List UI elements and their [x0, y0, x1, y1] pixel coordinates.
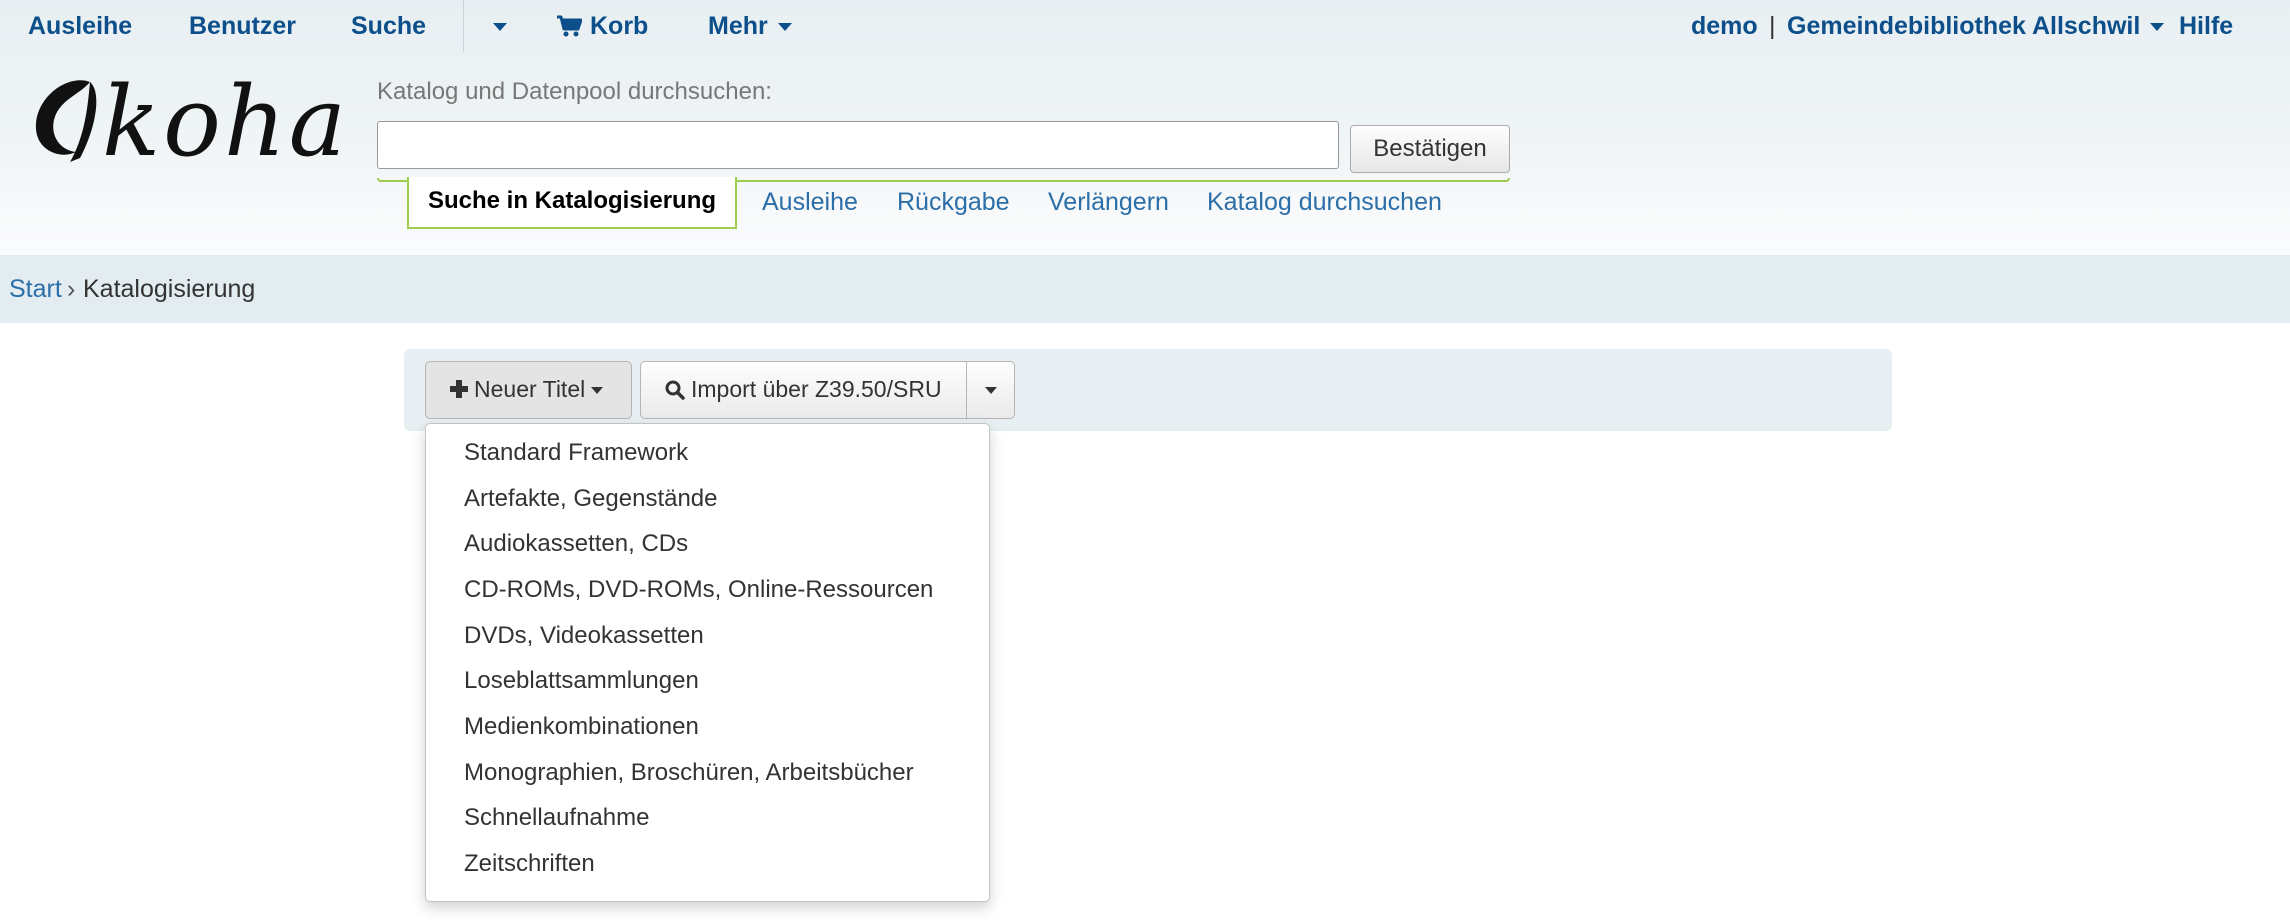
chevron-down-icon	[591, 387, 604, 395]
header: Ausleihe Benutzer Suche Korb Mehr demo |…	[0, 0, 2290, 255]
tab-renew[interactable]: Verlängern	[1048, 188, 1169, 217]
menu-item-schnellaufnahme[interactable]: Schnellaufnahme	[464, 803, 649, 833]
nav-more[interactable]: Mehr	[708, 0, 792, 52]
menu-item-artefakte[interactable]: Artefakte, Gegenstände	[464, 484, 718, 514]
nav-more-label: Mehr	[708, 12, 768, 40]
nav-patrons[interactable]: Benutzer	[189, 0, 296, 52]
nav-library-label: Gemeindebibliothek Allschwil	[1787, 12, 2141, 40]
nav-circulation[interactable]: Ausleihe	[28, 0, 132, 52]
plus-icon	[450, 380, 468, 398]
search-submit-button[interactable]: Bestätigen	[1350, 125, 1510, 173]
new-record-label: Neuer Titel	[474, 376, 586, 402]
nav-cart[interactable]: Korb	[556, 0, 648, 52]
chevron-down-icon	[777, 23, 792, 32]
nav-help[interactable]: Hilfe	[2179, 0, 2233, 52]
catalog-search-input[interactable]	[377, 121, 1339, 169]
cart-icon	[557, 15, 583, 37]
nav-cart-label: Korb	[590, 12, 649, 40]
menu-item-audiokassetten[interactable]: Audiokassetten, CDs	[464, 529, 688, 559]
koha-logo[interactable]: koha	[30, 72, 346, 172]
search-label: Katalog und Datenpool durchsuchen:	[377, 78, 772, 105]
breadcrumb: Start › Katalogisierung	[0, 255, 2290, 323]
top-navigation: Ausleihe Benutzer Suche Korb Mehr demo |…	[0, 0, 2290, 52]
menu-item-zeitschriften[interactable]: Zeitschriften	[464, 849, 595, 879]
chevron-down-icon	[2150, 23, 2165, 32]
new-record-button[interactable]: Neuer Titel	[425, 361, 632, 419]
breadcrumb-home-link[interactable]: Start	[9, 255, 62, 323]
nav-user-separator: |	[1769, 12, 1776, 40]
tab-search-catalog[interactable]: Katalog durchsuchen	[1207, 188, 1442, 217]
breadcrumb-current: Katalogisierung	[83, 275, 256, 303]
menu-item-medienkombinationen[interactable]: Medienkombinationen	[464, 712, 699, 742]
nav-divider	[463, 0, 464, 52]
menu-item-loseblatt[interactable]: Loseblattsammlungen	[464, 666, 699, 696]
tab-checkin[interactable]: Rückgabe	[897, 188, 1010, 217]
nav-user[interactable]: demo	[1691, 0, 1758, 52]
z3950-import-button[interactable]: Import über Z39.50/SRU	[640, 361, 967, 419]
nav-search[interactable]: Suche	[351, 0, 426, 52]
nav-search-dropdown-toggle[interactable]	[483, 0, 507, 52]
koha-logo-text: koha	[102, 66, 350, 178]
nav-library[interactable]: Gemeindebibliothek Allschwil	[1787, 0, 2165, 52]
breadcrumb-separator: ›	[67, 275, 76, 303]
tab-catalog-search[interactable]: Suche in Katalogisierung	[407, 177, 737, 229]
new-record-framework-menu: Standard Framework Artefakte, Gegenständ…	[425, 423, 990, 902]
chevron-down-icon	[493, 23, 507, 32]
z3950-import-label: Import über Z39.50/SRU	[691, 376, 942, 402]
menu-item-cd-roms[interactable]: CD-ROMs, DVD-ROMs, Online-Ressourcen	[464, 575, 933, 605]
koha-logo-mark	[35, 80, 97, 162]
search-icon	[665, 380, 685, 400]
menu-item-standard-framework[interactable]: Standard Framework	[464, 438, 688, 468]
tab-circulation[interactable]: Ausleihe	[762, 188, 858, 217]
menu-item-dvds[interactable]: DVDs, Videokassetten	[464, 621, 704, 651]
chevron-down-icon	[984, 387, 997, 395]
z3950-dropdown-toggle[interactable]	[966, 361, 1015, 419]
menu-item-monographien[interactable]: Monographien, Broschüren, Arbeitsbücher	[464, 758, 914, 788]
